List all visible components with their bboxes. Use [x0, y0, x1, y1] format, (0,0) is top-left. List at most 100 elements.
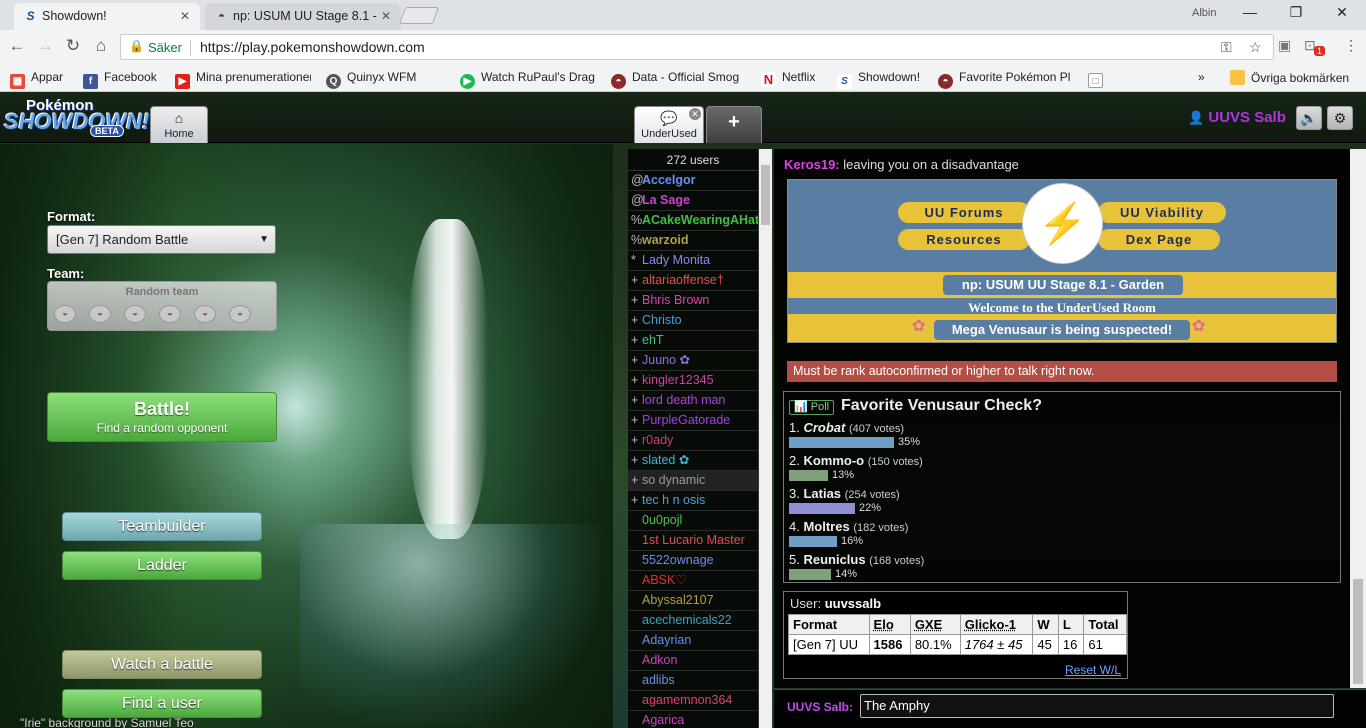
user-list-item[interactable]: acechemicals22 — [628, 611, 758, 631]
bookmark-netflix[interactable]: N Netflix — [761, 70, 815, 87]
user-list-item[interactable]: @La Sage — [628, 191, 758, 211]
team-select[interactable]: Random team ◒ ◒ ◒ ◒ ◒ ◒ — [47, 281, 277, 331]
home-icon: ⌂ — [174, 110, 184, 126]
user-list-item[interactable]: 5522ownage — [628, 551, 758, 571]
maximize-icon[interactable]: ❐ — [1284, 4, 1308, 21]
user-list-item[interactable]: 0u0pojl — [628, 511, 758, 531]
stats-column-header[interactable]: Elo — [868, 614, 911, 635]
gear-icon: ⚙ — [1333, 110, 1347, 126]
user-list-item[interactable]: %warzoid — [628, 231, 758, 251]
poll-option-number: 3. — [789, 486, 800, 501]
scrollbar-thumb[interactable] — [1353, 579, 1363, 684]
user-list-item[interactable]: Agarica — [628, 711, 758, 728]
bookmark-apps[interactable]: ▦ Appar — [10, 70, 63, 89]
user-list-item[interactable]: + so dynamic — [628, 471, 758, 491]
minimize-icon[interactable]: — — [1238, 4, 1262, 20]
bookmark-facebook[interactable]: f Facebook — [83, 70, 157, 89]
address-bar[interactable]: 🔒 Säker https://play.pokemonshowdown.com… — [120, 34, 1274, 60]
user-name: Abyssal2107 — [642, 593, 714, 607]
close-window-icon[interactable]: ✕ — [1330, 4, 1354, 21]
format-select[interactable]: [Gen 7] Random Battle ▼ — [47, 225, 276, 254]
user-list-item[interactable]: + PurpleGatorade — [628, 411, 758, 431]
reload-icon[interactable]: ↻ — [62, 36, 84, 56]
lock-icon[interactable]: 🔒 — [129, 39, 144, 53]
user-list-item[interactable]: agamemnon364 — [628, 691, 758, 711]
menu-kebab-icon[interactable]: ⋮ — [1344, 37, 1358, 54]
resources-link[interactable]: Resources — [898, 229, 1030, 250]
new-room-tab[interactable]: + — [706, 106, 762, 143]
user-list-item[interactable]: + slated ✿ — [628, 451, 758, 471]
user-list-item[interactable]: adlibs — [628, 671, 758, 691]
reset-wl-link[interactable]: Reset W/L — [1065, 663, 1121, 677]
user-list-item[interactable]: + Bhris Brown — [628, 291, 758, 311]
user-list-item[interactable]: + lord death man — [628, 391, 758, 411]
extension-camera-icon[interactable]: ▣ — [1278, 37, 1291, 54]
other-bookmarks[interactable]: Övriga bokmärken — [1230, 70, 1349, 85]
chat-scrollbar[interactable] — [1350, 149, 1366, 688]
chat-input-username: UUVS Salb: — [787, 700, 854, 714]
battle-button[interactable]: Battle! Find a random opponent — [47, 392, 277, 442]
user-name: Christo — [642, 313, 682, 327]
dex-page-link[interactable]: Dex Page — [1098, 229, 1220, 250]
ladder-button[interactable]: Ladder — [62, 551, 262, 580]
user-list-item[interactable]: + altariaoffense† — [628, 271, 758, 291]
chat-input[interactable]: The Amphy — [860, 694, 1334, 718]
chat-username[interactable]: Keros19: — [784, 157, 840, 172]
user-list-item[interactable]: 1st Lucario Master — [628, 531, 758, 551]
user-list-item[interactable]: * Lady Monita — [628, 251, 758, 271]
user-list-item[interactable]: + tec h n osis — [628, 491, 758, 511]
now-playing-label[interactable]: np: USUM UU Stage 8.1 - Garden — [943, 275, 1183, 295]
stats-column-header[interactable]: GXE — [909, 614, 961, 635]
user-list-item[interactable]: ABSK♡ — [628, 571, 758, 591]
user-name: Bhris Brown — [642, 293, 710, 307]
more-bookmarks-chevron-icon[interactable]: » — [1198, 70, 1205, 84]
user-list-item[interactable]: Abyssal2107 — [628, 591, 758, 611]
uu-forums-link[interactable]: UU Forums — [898, 202, 1030, 223]
key-icon[interactable]: ⚿ — [1221, 39, 1232, 56]
bookmark-showdown[interactable]: S Showdown! — [837, 70, 920, 89]
user-list-scrollbar[interactable] — [758, 149, 772, 728]
user-list-item[interactable]: Adkon — [628, 651, 758, 671]
bookmark-smogon[interactable]: ◓ Data - Official Smog — [611, 70, 747, 89]
user-list-item[interactable]: Adayrian — [628, 631, 758, 651]
user-name: La Sage — [642, 193, 690, 207]
browser-tab-room[interactable]: ◓ np: USUM UU Stage 8.1 - ✕ — [205, 3, 401, 30]
browser-tab-showdown[interactable]: S Showdown! ✕ — [14, 3, 200, 30]
close-icon[interactable]: ✕ — [689, 108, 701, 120]
close-tab-icon[interactable]: ✕ — [381, 3, 391, 30]
showdown-logo[interactable]: Pokémon SHOWDOWN! BETA — [4, 97, 149, 139]
bookmark-favorite-pokemon[interactable]: ◓ Favorite Pokémon Pl — [938, 70, 1076, 89]
tab-home[interactable]: ⌂ Home — [150, 106, 208, 143]
find-user-button[interactable]: Find a user — [62, 689, 262, 718]
current-user[interactable]: 👤 UUVS Salb — [1188, 109, 1286, 126]
back-arrow-icon[interactable]: ← — [6, 36, 28, 56]
new-tab-button[interactable] — [398, 7, 440, 24]
watch-battle-button[interactable]: Watch a battle — [62, 650, 262, 679]
user-list-item[interactable]: + r0ady — [628, 431, 758, 451]
forward-arrow-icon[interactable]: → — [34, 36, 56, 56]
settings-button[interactable]: ⚙ — [1327, 106, 1353, 130]
browser-profile-name[interactable]: Albin — [1192, 7, 1216, 19]
bookmark-page[interactable]: □ — [1088, 70, 1109, 88]
user-list-item[interactable]: + kingler12345 — [628, 371, 758, 391]
close-tab-icon[interactable]: ✕ — [180, 3, 190, 30]
tab-underused[interactable]: 💬 UnderUsed ✕ — [634, 106, 704, 143]
star-icon[interactable]: ☆ — [1249, 39, 1262, 56]
sound-button[interactable]: 🔈 — [1296, 106, 1322, 130]
stats-cell: [Gen 7] UU — [788, 634, 870, 655]
teambuilder-button[interactable]: Teambuilder — [62, 512, 262, 541]
bookmark-subscriptions[interactable]: ▶ Mina prenumerationer — [175, 70, 311, 89]
bookmark-quinyx[interactable]: Q Quinyx WFM — [326, 70, 416, 89]
user-list-item[interactable]: %ACakeWearingAHat — [628, 211, 758, 231]
scrollbar-thumb[interactable] — [761, 165, 770, 225]
uu-viability-link[interactable]: UU Viability — [1098, 202, 1226, 223]
stats-column-header[interactable]: Glicko-1 — [959, 614, 1034, 635]
user-group-symbol: + — [631, 393, 639, 407]
user-list-item[interactable]: + Juuno ✿ — [628, 351, 758, 371]
user-list-item[interactable]: + ehT — [628, 331, 758, 351]
bookmark-rupaul[interactable]: ▶ Watch RuPaul's Drag — [460, 70, 597, 89]
home-icon[interactable]: ⌂ — [90, 36, 112, 56]
user-list-item[interactable]: + Christo — [628, 311, 758, 331]
user-list-item[interactable]: @Accelgor — [628, 171, 758, 191]
url-text[interactable]: https://play.pokemonshowdown.com — [200, 39, 425, 55]
